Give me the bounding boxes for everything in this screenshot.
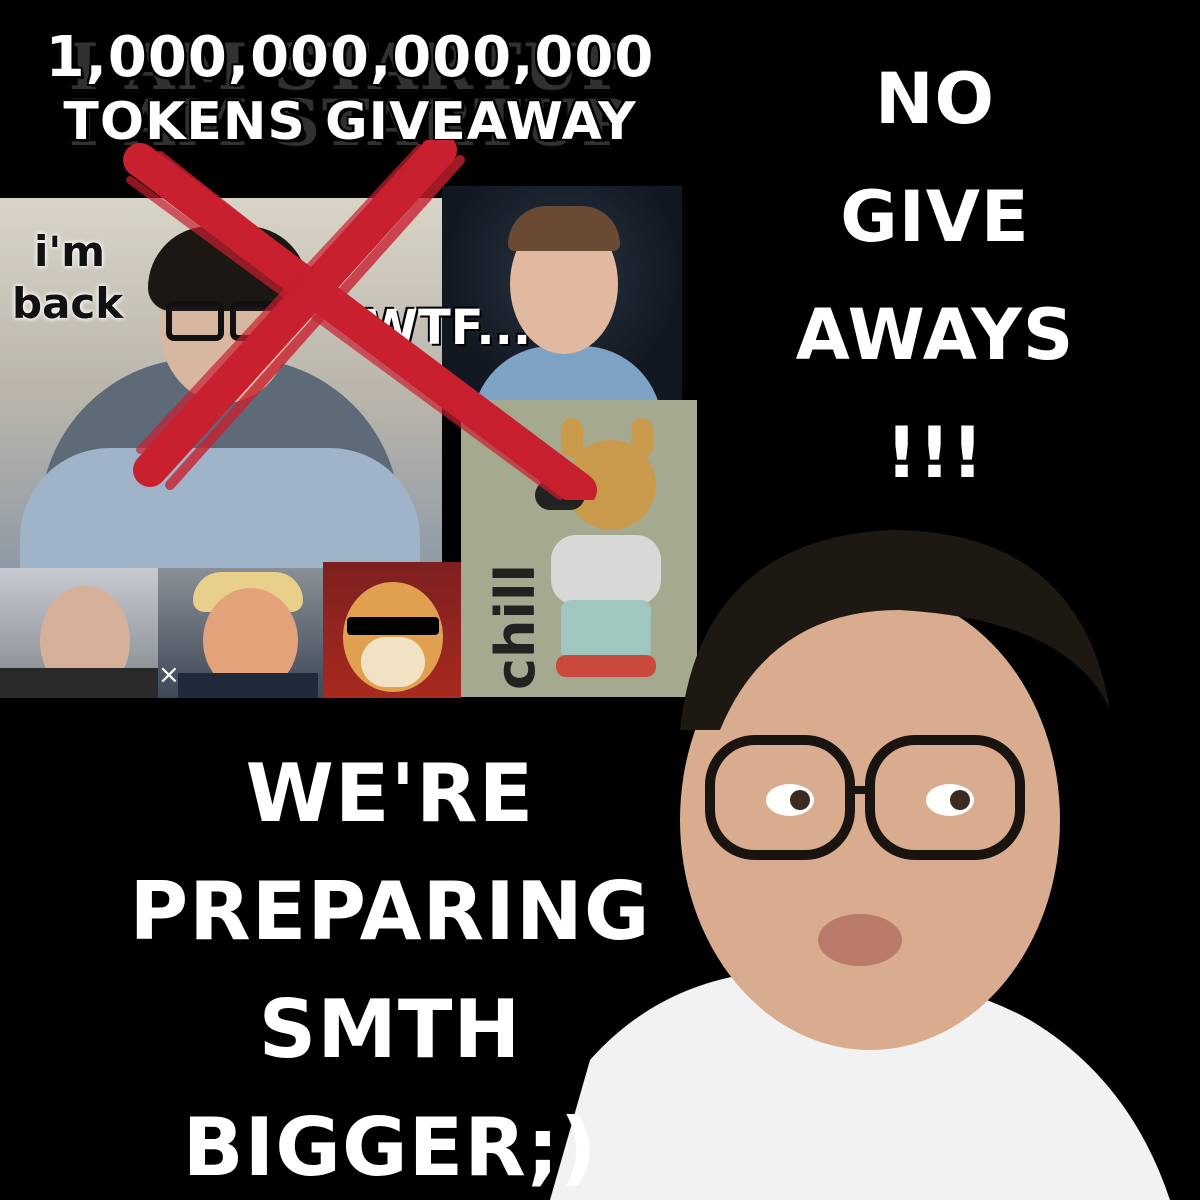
bottom-left-text: WE'RE PREPARING SMTH BIGGER;) xyxy=(120,735,660,1200)
headline-amount: 1,000,000,000,000 xyxy=(45,25,655,90)
doge-muzzle xyxy=(361,637,425,687)
photo-tile-left-portrait xyxy=(0,568,158,698)
bottom-line-3: SMTH xyxy=(258,983,522,1076)
right-line-4: !!! xyxy=(885,412,985,494)
right-line-1: NO xyxy=(874,58,996,140)
photo-tile-im-back: i'm back xyxy=(0,198,442,568)
dog-ear-left xyxy=(561,418,583,458)
tile-caption-im-back: i'm back xyxy=(12,226,123,330)
left-portrait-shirt xyxy=(0,668,158,698)
headline: 1,000,000,000,000 TOKENS GIVEAWAY xyxy=(0,26,700,154)
bottom-line-1: WE'RE xyxy=(245,747,535,840)
caption-line-1: i'm xyxy=(34,227,106,276)
glasses-right xyxy=(230,301,288,341)
caption-line-2: back xyxy=(12,279,124,328)
bottom-line-2: PREPARING xyxy=(129,865,651,958)
dog-ear-right xyxy=(631,418,653,458)
collab-mark: × xyxy=(158,660,180,690)
right-line-3: AWAYS xyxy=(795,294,1075,376)
person-knees xyxy=(20,448,420,568)
right-column-text: NO GIVE AWAYS !!! xyxy=(770,40,1100,512)
right-line-2: GIVE xyxy=(840,176,1030,258)
right-portrait-suit xyxy=(178,673,318,698)
bottom-line-4: BIGGER;) xyxy=(182,1101,598,1194)
portrait-hair xyxy=(508,206,620,251)
glasses-left xyxy=(166,301,224,341)
person-hair xyxy=(148,226,308,311)
photo-tile-doge xyxy=(323,562,461,698)
photo-tile-right-portrait xyxy=(158,568,323,698)
doge-sunglasses xyxy=(347,617,439,635)
poster: i'm back chill × I AM STARTUP I AM START… xyxy=(0,0,1200,1200)
headline-subtitle: TOKENS GIVEAWAY xyxy=(63,92,637,152)
photo-tile-portrait xyxy=(442,186,682,400)
tile-caption-wtf: WTF... xyxy=(365,300,532,356)
